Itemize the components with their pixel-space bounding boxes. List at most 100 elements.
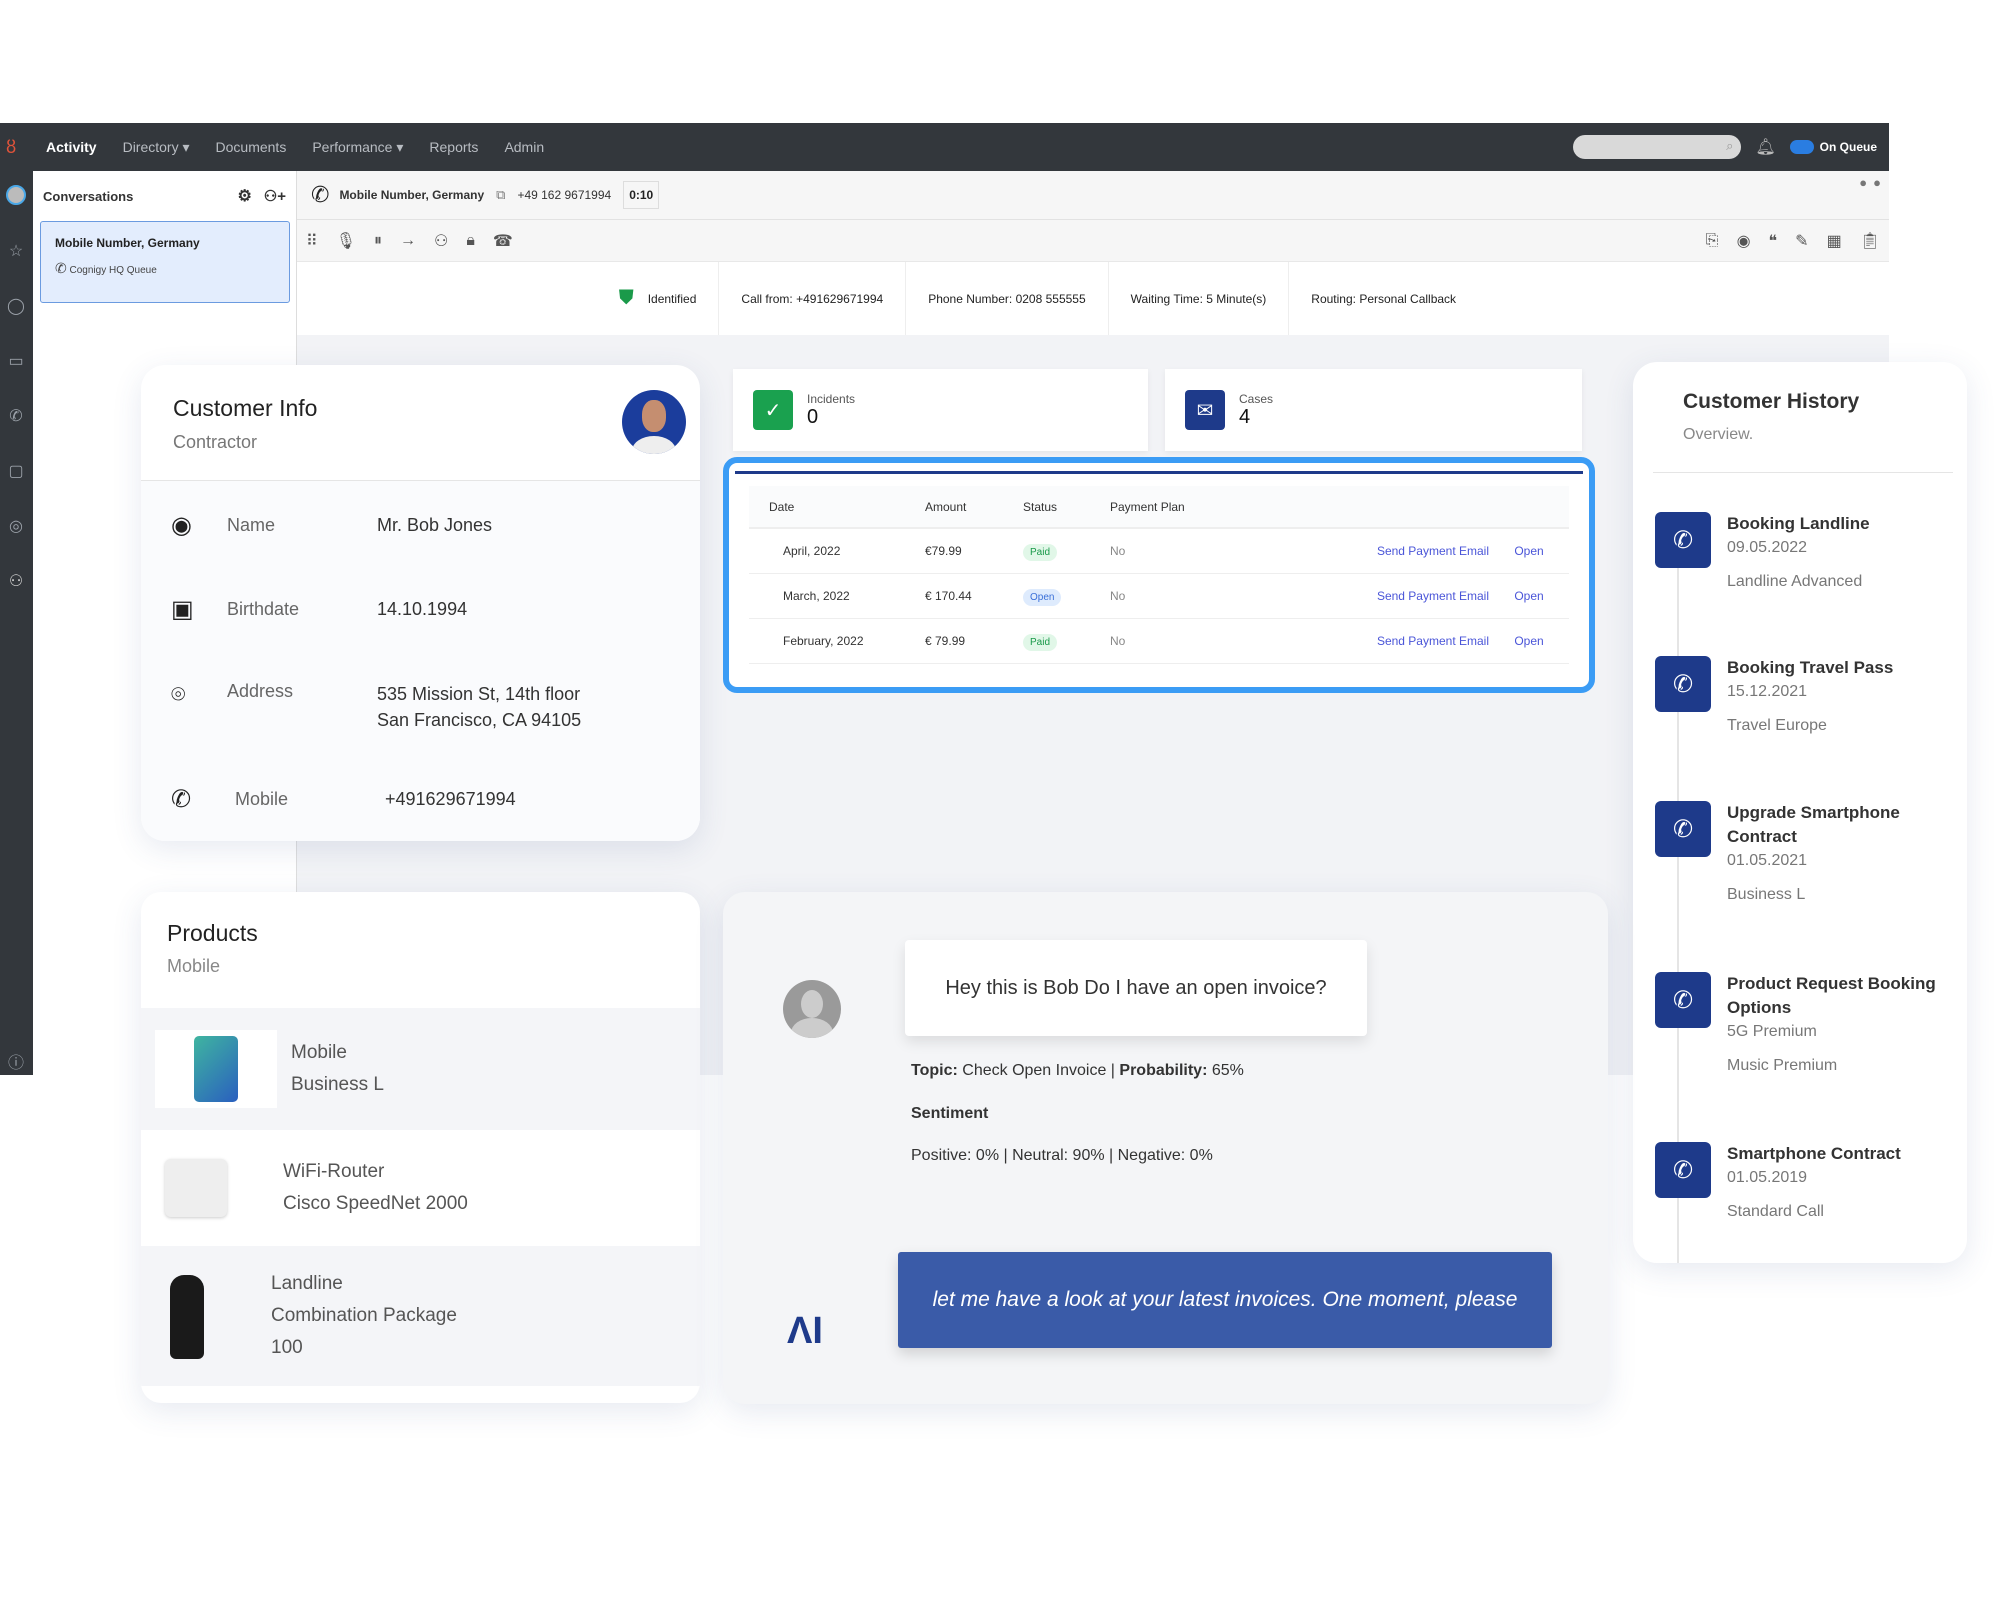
product-item[interactable]: Mobile Business L <box>141 1008 700 1130</box>
call-header: ✆ Mobile Number, Germany ⧉ +49 162 96719… <box>297 171 1889 220</box>
history-item-line: Business L <box>1727 886 1806 903</box>
send-payment-email-link[interactable]: Send Payment Email <box>1261 528 1489 574</box>
phone-value: 0208 555555 <box>1015 291 1086 306</box>
nav-label: Directory <box>122 138 179 155</box>
product-item[interactable]: Landline Combination Package 100 <box>141 1246 700 1386</box>
dialpad-icon[interactable]: ⠿ <box>306 231 318 251</box>
customer-history-card: Customer History Overview. ✆ Booking Land… <box>1633 362 1967 1263</box>
cell-date: April, 2022 <box>749 528 925 574</box>
landline-phone-image <box>155 1273 219 1359</box>
conversation-item[interactable]: Mobile Number, Germany ✆ Cognigy HQ Queu… <box>40 221 290 303</box>
topic-line: Topic: Check Open Invoice | Probability:… <box>911 1062 1244 1079</box>
phone-icon: ✆ <box>311 182 330 207</box>
call-toolbar: ⠿ 🎙︎ ⏸︎ → ⚇ 🔒︎ ☎ ⎘ ◉ ❝ ✎ ▦ 📋︎ <box>297 220 1889 262</box>
invoices-table: Date Amount Status Payment Plan April, 2022… <box>749 486 1569 664</box>
nav-performance[interactable]: Performance ▾ <box>312 139 403 156</box>
check-icon: ✓ <box>753 390 793 430</box>
product-item[interactable]: WiFi-Router Cisco SpeedNet 2000 <box>141 1130 700 1246</box>
conversation-title: Mobile Number, Germany <box>55 236 200 250</box>
contact-icon[interactable]: ◉ <box>1737 231 1751 251</box>
customer-info-title: Customer Info <box>173 395 318 421</box>
nav-activity[interactable]: Activity <box>46 139 97 155</box>
transfer-icon[interactable]: → <box>400 232 416 250</box>
cases-card[interactable]: ✉ Cases 4 <box>1165 369 1582 451</box>
history-item-line: 15.12.2021 <box>1727 683 1808 700</box>
secure-icon[interactable]: 🔒︎ <box>466 232 475 250</box>
open-link[interactable]: Open <box>1489 528 1569 574</box>
table-row: April, 2022 €79.99 Paid No Send Payment Emai… <box>749 528 1569 574</box>
send-payment-email-link[interactable]: Send Payment Email <box>1261 618 1489 664</box>
pause-icon[interactable]: ⏸︎ <box>374 232 382 250</box>
table-row: March, 2022 € 170.44 Open No Send Payment Em… <box>749 573 1569 619</box>
field-label: Address <box>227 681 294 701</box>
incoming-call-icon: ✆ <box>1655 972 1711 1028</box>
copy-icon[interactable]: ⧉ <box>496 187 505 203</box>
help-icon[interactable]: ⓘ <box>6 1049 26 1072</box>
quote-icon[interactable]: ❝ <box>1769 231 1778 251</box>
history-item[interactable]: ✆ Product Request Booking Options 5G Premi… <box>1655 972 1937 1078</box>
history-item[interactable]: ✆ Upgrade Smartphone Contract 01.05.2021 Bu… <box>1655 801 1937 907</box>
nav-label: Performance <box>312 138 393 155</box>
sentiment-values: Positive: 0% | Neutral: 90% | Negative: … <box>911 1147 1213 1164</box>
history-item-title: Smartphone Contract <box>1727 1144 1901 1163</box>
open-link[interactable]: Open <box>1489 573 1569 619</box>
calendar-icon[interactable]: ▦ <box>1827 231 1842 251</box>
product-detail: Combination Package <box>271 1305 457 1326</box>
hangup-icon[interactable]: ☎ <box>493 231 513 251</box>
on-queue-toggle[interactable] <box>1789 140 1814 154</box>
user-avatar <box>783 980 841 1038</box>
bell-icon[interactable]: 🔔︎ <box>1755 137 1775 157</box>
topic-value: Check Open Invoice <box>962 1062 1107 1079</box>
ai-logo: ΛI <box>787 1310 823 1352</box>
user-message: Hey this is Bob Do I have an open invoic… <box>905 940 1367 1036</box>
cases-count: 4 <box>1239 405 1251 428</box>
profile-icon[interactable] <box>6 185 26 205</box>
history-item[interactable]: ✆ Smartphone Contract 01.05.2019 Standard C… <box>1655 1142 1901 1224</box>
send-payment-email-link[interactable]: Send Payment Email <box>1261 573 1489 619</box>
inbox-icon[interactable]: ▢ <box>6 461 26 481</box>
add-user-icon[interactable]: ⚇ <box>434 231 448 251</box>
collapse-icon[interactable]: ● <box>1859 175 1867 190</box>
mic-icon[interactable]: 🎙︎ <box>336 231 356 251</box>
open-link[interactable]: Open <box>1489 618 1569 664</box>
screen-share-icon[interactable]: ⎘ <box>1706 232 1719 250</box>
history-item-line: 01.05.2019 <box>1727 1169 1808 1186</box>
user-icon: ◉ <box>171 512 192 539</box>
history-item-line: Landline Advanced <box>1727 573 1863 590</box>
top-nav-bar: ȣ Activity Directory ▾ Documents Perform… <box>0 123 1889 171</box>
sentiment-title: Sentiment <box>911 1105 989 1122</box>
add-participant-icon[interactable]: ⚇+ <box>264 187 286 205</box>
nav-directory[interactable]: Directory ▾ <box>123 139 190 156</box>
history-subtitle: Overview. <box>1683 426 1754 443</box>
chat-icon[interactable]: ◯ <box>6 296 26 316</box>
queue-status: On Queue <box>1819 140 1877 154</box>
incoming-call-icon: ✆ <box>1655 656 1711 712</box>
edit-icon[interactable]: ✎ <box>1795 231 1808 251</box>
support-icon[interactable]: ◎ <box>6 516 26 536</box>
nav-documents[interactable]: Documents <box>216 139 287 155</box>
incoming-call-icon: ✆ <box>1655 512 1711 568</box>
col-plan: Payment Plan <box>1110 486 1262 529</box>
history-item[interactable]: ✆ Booking Landline 09.05.2022 Landline Adva… <box>1655 512 1870 594</box>
phone-icon[interactable]: ✆ <box>6 406 26 426</box>
nav-admin[interactable]: Admin <box>504 139 544 155</box>
expand-icon[interactable]: ● <box>1873 175 1881 190</box>
field-label: Mobile <box>235 789 289 809</box>
history-title: Customer History <box>1683 390 1860 413</box>
calendar-icon: ▣ <box>171 596 194 623</box>
clipboard-icon[interactable]: 📋︎ <box>1860 231 1880 251</box>
search-icon: ⌕ <box>1726 138 1734 153</box>
agents-icon[interactable]: ⚇ <box>6 571 26 591</box>
video-icon[interactable]: ▭ <box>6 351 26 371</box>
cell-amount: €79.99 <box>925 528 1023 574</box>
products-title: Products <box>167 920 258 946</box>
history-item[interactable]: ✆ Booking Travel Pass 15.12.2021 Travel Eur… <box>1655 656 1893 738</box>
incoming-call-icon: ✆ <box>1655 801 1711 857</box>
cell-plan: No <box>1110 618 1262 664</box>
star-icon[interactable]: ☆ <box>6 241 26 261</box>
identified-cell: ⛊ Identified <box>597 262 720 335</box>
nav-reports[interactable]: Reports <box>429 139 478 155</box>
incidents-card[interactable]: ✓ Incidents 0 <box>733 369 1148 451</box>
search-input[interactable]: ⌕ <box>1573 135 1742 159</box>
settings-icon[interactable]: ⚙ <box>237 186 251 206</box>
